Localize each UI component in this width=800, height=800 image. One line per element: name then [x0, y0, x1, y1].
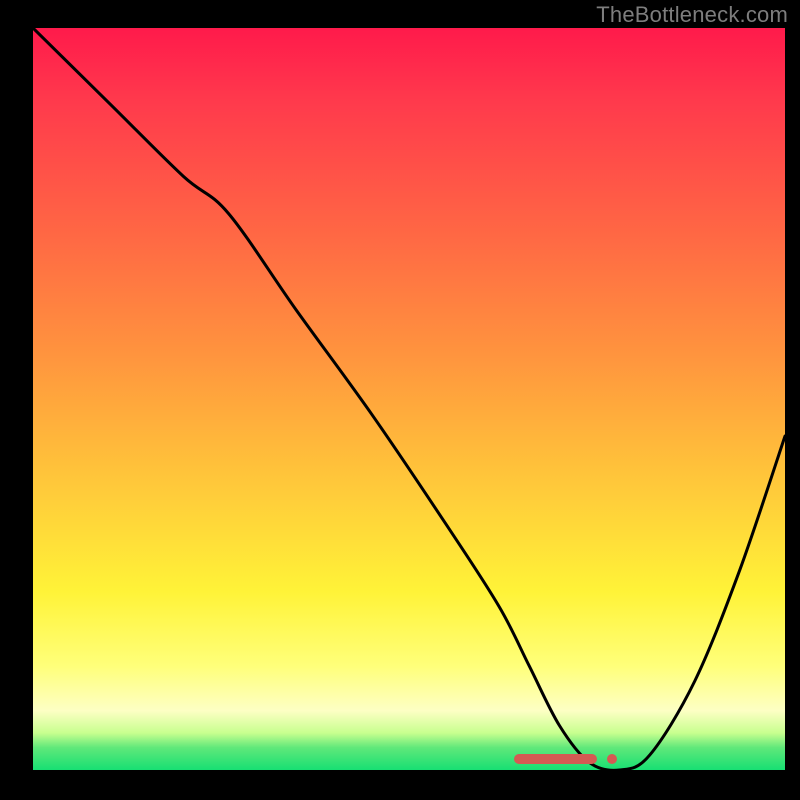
optimum-marker-dot [607, 754, 617, 764]
watermark-text: TheBottleneck.com [596, 2, 788, 28]
optimum-range-marker [514, 754, 597, 764]
bottleneck-curve [33, 28, 785, 770]
curve-path [33, 28, 785, 770]
plot-area [33, 28, 785, 770]
chart-frame: TheBottleneck.com [0, 0, 800, 800]
